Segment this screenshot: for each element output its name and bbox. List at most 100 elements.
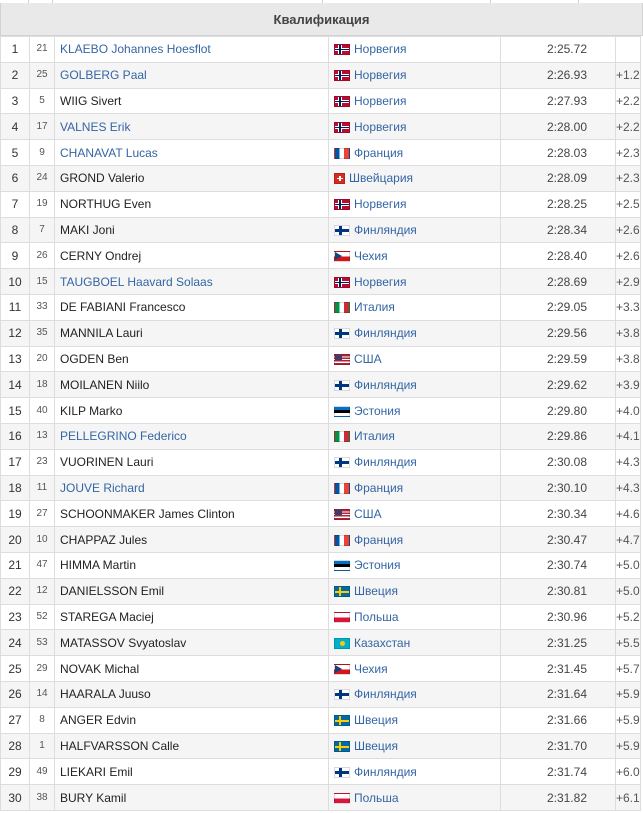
gap-cell: +5.98	[615, 732, 641, 760]
country-cell: Норвегия	[328, 61, 501, 89]
country-link[interactable]: Чехия	[354, 662, 388, 676]
rank-cell: 29	[0, 758, 30, 786]
rank-cell: 1	[0, 36, 30, 63]
country-link[interactable]: Италия	[354, 300, 395, 314]
country-link[interactable]: Польша	[354, 610, 399, 624]
gap-cell: +2.21	[615, 87, 641, 115]
bib-cell: 21	[29, 36, 55, 63]
country-link[interactable]: Швеция	[354, 713, 398, 727]
country-link[interactable]: Финляндия	[354, 455, 417, 469]
country-link[interactable]: США	[354, 352, 382, 366]
table-row: 1 21 KLAEBO Johannes Hoesflot Норвегия 2:25.…	[0, 36, 641, 63]
athlete-name-link[interactable]: KLAEBO Johannes Hoesflot	[60, 42, 211, 56]
athlete-name: KILP Marko	[60, 403, 123, 418]
country-link[interactable]: Польша	[354, 791, 399, 805]
athlete-name: WIIG Sivert	[60, 93, 122, 108]
country-link[interactable]: Казахстан	[354, 636, 410, 650]
time-cell: 2:31.64	[500, 680, 616, 708]
country-link[interactable]: Франция	[354, 146, 403, 160]
gap-cell: +4.36	[615, 448, 641, 476]
rank-cell: 8	[0, 216, 30, 244]
athlete-cell: WIIG Sivert	[54, 87, 329, 115]
country-link[interactable]: Финляндия	[354, 326, 417, 340]
country-link[interactable]: Финляндия	[354, 687, 417, 701]
swe-flag-icon	[334, 740, 350, 752]
athlete-name-link[interactable]: JOUVE Richard	[60, 481, 145, 495]
cze-flag-icon	[334, 250, 350, 262]
time-cell: 2:31.70	[500, 732, 616, 760]
swe-flag-icon	[334, 715, 350, 727]
time-cell: 2:31.25	[500, 629, 616, 657]
athlete-name: LIEKARI Emil	[60, 764, 133, 779]
country-link[interactable]: Норвегия	[354, 94, 407, 108]
table-row: 2010 CHAPPAZ Jules Франция 2:30.47+4.75	[0, 526, 641, 553]
country-link[interactable]: Норвегия	[354, 42, 407, 56]
time-cell: 2:28.69	[500, 268, 616, 295]
time-cell: 2:30.81	[500, 577, 616, 605]
time-cell: 2:30.08	[500, 448, 616, 476]
country-link[interactable]: Норвегия	[354, 120, 407, 134]
country-link[interactable]: Италия	[354, 429, 395, 443]
country-link[interactable]: Швеция	[354, 739, 398, 753]
time-cell: 2:31.82	[500, 784, 616, 811]
time-cell: 2:31.74	[500, 758, 616, 786]
table-row: 2147 HIMMA Martin Эстония 2:30.74+5.02	[0, 551, 641, 579]
bib-cell: 38	[29, 784, 55, 811]
athlete-name-link[interactable]: PELLEGRINO Federico	[60, 429, 187, 443]
rank-cell: 20	[0, 526, 30, 553]
bib-cell: 5	[29, 87, 55, 115]
rank-cell: 13	[0, 345, 30, 373]
athlete-name: DANIELSSON Emil	[60, 584, 165, 599]
athlete-cell: SCHOONMAKER James Clinton	[54, 500, 329, 528]
time-cell: 2:28.34	[500, 216, 616, 244]
swe-flag-icon	[334, 586, 350, 598]
athlete-cell: ANGER Edvin	[54, 706, 329, 734]
rank-cell: 26	[0, 680, 30, 708]
nor-flag-icon	[334, 44, 350, 56]
country-link[interactable]: Норвегия	[354, 68, 407, 82]
table-row: 1235 MANNILA Lauri Финляндия 2:29.56+3.84	[0, 319, 641, 347]
time-cell: 2:29.80	[500, 397, 616, 424]
athlete-cell: HIMMA Martin	[54, 551, 329, 579]
country-link[interactable]: Эстония	[354, 404, 401, 418]
gap-cell: +6.10	[615, 784, 641, 811]
country-link[interactable]: Швеция	[354, 584, 398, 598]
country-link[interactable]: Финляндия	[354, 223, 417, 237]
country-cell: Чехия	[328, 655, 501, 682]
bib-cell: 20	[29, 345, 55, 373]
bib-cell: 52	[29, 603, 55, 631]
table-row: 281 HALFVARSSON Calle Швеция 2:31.70+5.98	[0, 732, 641, 760]
rank-cell: 23	[0, 603, 30, 631]
athlete-cell: MATASSOV Svyatoslav	[54, 629, 329, 657]
athlete-name-link[interactable]: CHANAVAT Lucas	[60, 146, 158, 160]
athlete-name-link[interactable]: GOLBERG Paal	[60, 68, 147, 82]
rank-cell: 24	[0, 629, 30, 657]
country-link[interactable]: Норвегия	[354, 275, 407, 289]
table-row: 719 NORTHUG Even Норвегия 2:28.25+2.53	[0, 190, 641, 218]
bib-cell: 11	[29, 474, 55, 502]
country-link[interactable]: США	[354, 507, 382, 521]
country-cell: Норвегия	[328, 190, 501, 218]
gap-cell: +4.08	[615, 397, 641, 424]
country-link[interactable]: Чехия	[354, 249, 388, 263]
gap-cell: +5.94	[615, 706, 641, 734]
athlete-name-link[interactable]: VALNES Erik	[60, 120, 130, 134]
country-link[interactable]: Норвегия	[354, 197, 407, 211]
athlete-name: MAKI Joni	[60, 222, 115, 237]
time-cell: 2:30.34	[500, 500, 616, 528]
fin-flag-icon	[334, 379, 350, 391]
country-link[interactable]: Финляндия	[354, 765, 417, 779]
country-link[interactable]: Франция	[354, 533, 403, 547]
table-row: 2212 DANIELSSON Emil Швеция 2:30.81+5.09	[0, 577, 641, 605]
country-link[interactable]: Франция	[354, 481, 403, 495]
bib-cell: 1	[29, 732, 55, 760]
table-row: 2529 NOVAK Michal Чехия 2:31.45+5.73	[0, 655, 641, 682]
athlete-name-link[interactable]: TAUGBOEL Haavard Solaas	[60, 275, 213, 289]
country-link[interactable]: Швейцария	[349, 171, 413, 185]
table-row: 624 GROND Valerio Швейцария 2:28.09+2.37	[0, 164, 641, 192]
ita-flag-icon	[334, 431, 350, 443]
country-link[interactable]: Финляндия	[354, 378, 417, 392]
country-link[interactable]: Эстония	[354, 558, 401, 572]
results-panel: Квалификация 1 21 KLAEBO Johannes Hoesflot…	[0, 0, 643, 813]
country-cell: США	[328, 500, 501, 528]
